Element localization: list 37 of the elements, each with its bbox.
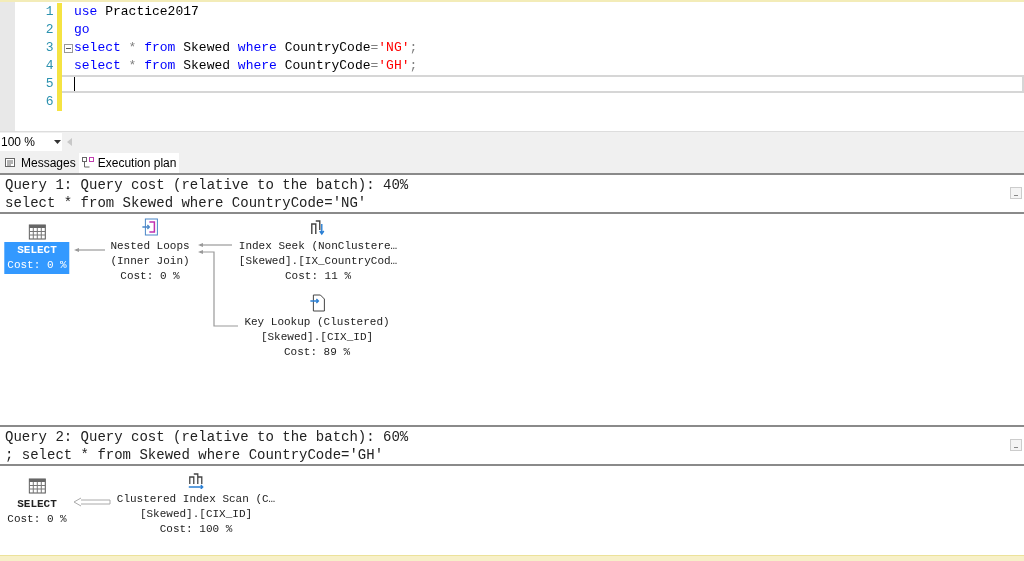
plan-icon (81, 157, 94, 169)
code-line: go (74, 21, 90, 40)
line-number: 1 (44, 3, 54, 22)
line-number: 2 (44, 21, 54, 40)
query-header: Query 2: Query cost (relative to the batch): 60% (5, 428, 410, 446)
plan-node-label[interactable]: SELECT Cost: 0 % (4, 496, 70, 528)
result-tab[interactable]: Execution plan (78, 153, 180, 173)
text-cursor (74, 77, 75, 91)
plan-node-label[interactable]: Index Seek (NonClustere… [Skewed].[IX_CountryCod… Cost: 11 % (235, 238, 401, 285)
code-line: use Practice2017 (74, 3, 199, 22)
table-icon (28, 478, 46, 494)
zoom-dropdown[interactable]: 100 % (0, 132, 62, 151)
index-scan-icon (187, 471, 205, 489)
document-arrow-icon (309, 294, 325, 312)
connector-arrow (198, 243, 233, 247)
caret-icon (54, 139, 61, 144)
messages-icon (5, 157, 17, 169)
line-number: 5 (44, 75, 54, 94)
collapse-button[interactable] (1010, 439, 1022, 451)
line-number: 6 (44, 93, 54, 112)
collapse-button[interactable] (1010, 187, 1022, 199)
collapse-icon[interactable] (63, 43, 73, 53)
plan-node-label[interactable]: Nested Loops (Inner Join) Cost: 0 % (107, 238, 193, 285)
table-icon (28, 224, 46, 240)
query-statement: ; select * from Skewed where CountryCode='GH' (5, 446, 385, 464)
connector-arrow (73, 497, 111, 507)
query-header: Query 1: Query cost (relative to the batch): 40% (5, 176, 410, 194)
query-statement: select * from Skewed where CountryCode='NG' (5, 194, 368, 212)
connector-arrow (74, 248, 106, 252)
line-number: 3 (44, 39, 54, 58)
plan-node-label[interactable]: Clustered Index Scan (C… [Skewed].[CIX_ID] Cost: 100 % (113, 491, 279, 538)
code-line: select * from Skewed where CountryCode='NG'; (74, 39, 418, 58)
nested-loops-icon (141, 218, 159, 236)
plan-node-label[interactable]: Key Lookup (Clustered) [Skewed].[CIX_ID] Cost: 89 % (241, 314, 393, 361)
index-seek-icon (310, 218, 326, 236)
line-number: 4 (44, 57, 54, 76)
code-line: select * from Skewed where CountryCode='GH'; (74, 57, 418, 76)
